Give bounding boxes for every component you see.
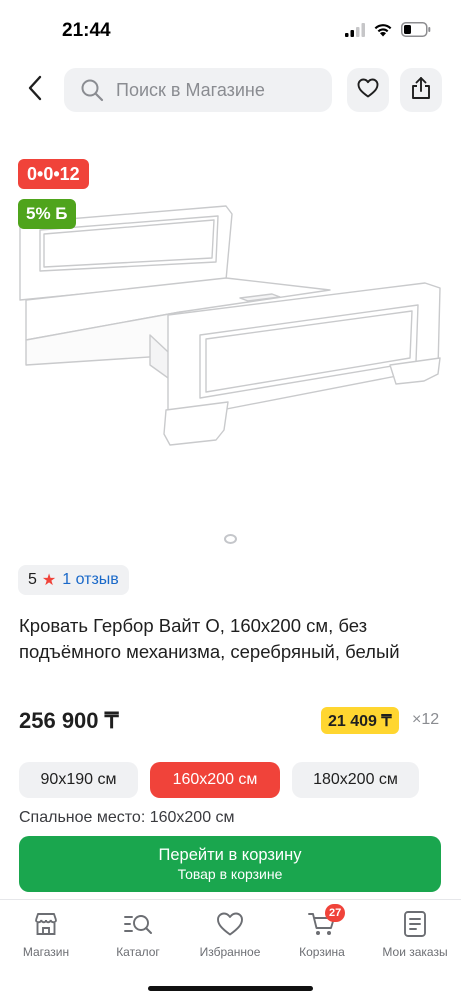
bed-illustration: [19, 205, 441, 446]
orders-icon: [402, 910, 428, 938]
rating-chip[interactable]: 5 ★ 1 отзыв: [18, 565, 129, 595]
heart-icon: [216, 910, 244, 938]
bottom-tab-bar: Магазин Каталог Избранное 27 Корзина Мои…: [0, 899, 461, 999]
share-icon: [410, 76, 432, 105]
tab-label: Избранное: [199, 945, 261, 959]
tab-favorites[interactable]: Избранное: [184, 910, 276, 959]
reviews-link[interactable]: 1 отзыв: [62, 571, 119, 589]
tab-my-orders[interactable]: Мои заказы: [369, 910, 461, 959]
heart-icon: [357, 78, 379, 103]
tab-shop[interactable]: Магазин: [0, 910, 92, 959]
product-title: Кровать Гербор Вайт О, 160х200 см, без п…: [19, 615, 400, 662]
cart-icon: 27: [307, 904, 346, 938]
gallery-page-indicator: [224, 534, 237, 544]
tab-label: Магазин: [22, 945, 70, 959]
status-time: 21:44: [62, 20, 111, 41]
cart-button-sublabel: Товар в корзине: [177, 866, 283, 882]
home-indicator: [148, 986, 313, 991]
rating-value: 5: [28, 571, 37, 588]
search-icon: [80, 78, 104, 102]
installment-badge: 0•0•12: [18, 159, 89, 189]
bonus-badge: 5% Б: [18, 199, 76, 229]
tab-label: Корзина: [299, 945, 345, 959]
favorite-button[interactable]: [347, 68, 389, 112]
status-icons: [345, 22, 431, 42]
top-navigation: Поиск в Магазине: [0, 66, 461, 114]
go-to-cart-button[interactable]: Перейти в корзину Товар в корзине: [19, 836, 441, 892]
cart-count-badge: 27: [325, 904, 346, 922]
catalog-search-icon: [123, 910, 153, 938]
search-input[interactable]: Поиск в Магазине: [64, 68, 332, 112]
battery-icon: [401, 22, 431, 42]
status-bar: 21:44: [0, 0, 461, 58]
search-placeholder: Поиск в Магазине: [116, 79, 265, 100]
product-image[interactable]: [0, 140, 461, 520]
tab-cart[interactable]: 27 Корзина: [276, 904, 368, 959]
share-button[interactable]: [400, 68, 442, 112]
size-option-160x200[interactable]: 160х200 см: [150, 762, 280, 798]
star-icon: ★: [41, 572, 57, 589]
installment-term: ×12: [412, 711, 440, 728]
sleeping-place-info: Спальное место: 160х200 см: [19, 809, 235, 826]
signal-icon: [345, 22, 365, 42]
back-button[interactable]: [18, 72, 52, 108]
product-price: 256 900 ₸: [19, 708, 119, 733]
tab-label: Мои заказы: [382, 945, 448, 959]
chevron-left-icon: [27, 75, 43, 106]
size-option-180x200[interactable]: 180х200 см: [292, 762, 419, 798]
wifi-icon: [373, 22, 393, 42]
shop-icon: [32, 910, 60, 938]
size-option-90x190[interactable]: 90х190 см: [19, 762, 138, 798]
tab-label: Каталог: [116, 945, 160, 959]
installment-price-badge[interactable]: 21 409 ₸: [321, 707, 399, 734]
cart-button-label: Перейти в корзину: [158, 846, 302, 864]
tab-catalog[interactable]: Каталог: [92, 910, 184, 959]
